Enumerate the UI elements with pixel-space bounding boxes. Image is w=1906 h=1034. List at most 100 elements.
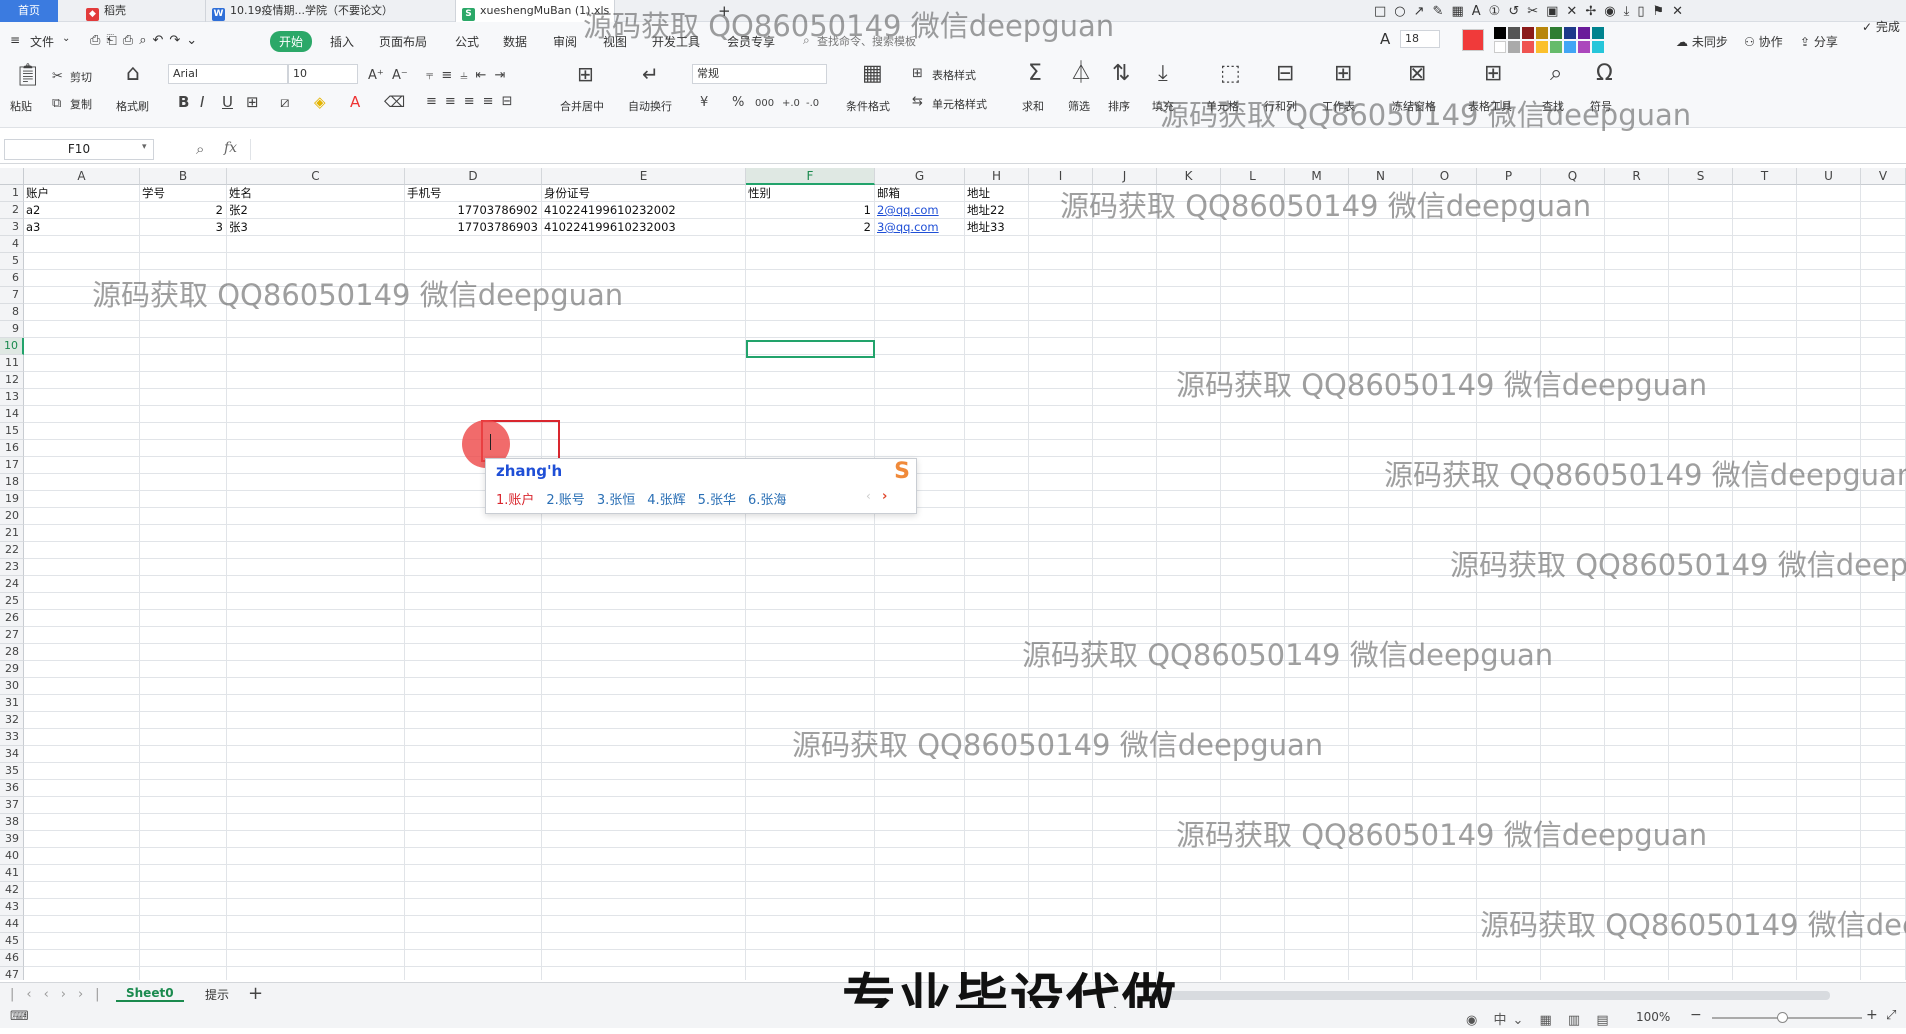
zoom-out-icon[interactable]: − bbox=[1690, 1007, 1702, 1023]
sheet-nav-icons[interactable]: |‹‹››| bbox=[10, 987, 112, 1002]
horizontal-scrollbar[interactable] bbox=[1150, 991, 1830, 1000]
ime-candidate-window[interactable]: zhang'h S 1.账户 2.账号 3.张恒 4.张辉 5.张华 6.张海 ‹ › bbox=[485, 458, 917, 514]
shrink-font-icon[interactable]: A⁻ bbox=[392, 68, 408, 84]
row-header-41[interactable]: 41 bbox=[0, 865, 24, 882]
macro-icon[interactable]: ⌨ bbox=[10, 1009, 29, 1024]
row-header-45[interactable]: 45 bbox=[0, 933, 24, 950]
table-cell[interactable]: a2 bbox=[26, 202, 139, 219]
ime-candidate[interactable]: 4.张辉 bbox=[647, 493, 685, 508]
column-header-A[interactable]: A bbox=[24, 168, 140, 185]
row-header-37[interactable]: 37 bbox=[0, 797, 24, 814]
vertical-align-icons[interactable]: ⫧≡⫨⇤⇥ bbox=[426, 68, 513, 84]
row-header-1[interactable]: 1 bbox=[0, 185, 24, 202]
add-sheet-button[interactable]: + bbox=[248, 983, 263, 1004]
table-cell[interactable]: 1 bbox=[748, 202, 874, 219]
filter-button[interactable]: 筛选 bbox=[1068, 98, 1090, 114]
menu-review[interactable]: 审阅 bbox=[553, 33, 577, 50]
paste-button[interactable]: 粘贴 bbox=[10, 98, 32, 114]
row-header-40[interactable]: 40 bbox=[0, 848, 24, 865]
row-header-19[interactable]: 19 bbox=[0, 491, 24, 508]
column-header-F[interactable]: F bbox=[746, 168, 875, 185]
row-header-36[interactable]: 36 bbox=[0, 780, 24, 797]
row-header-42[interactable]: 42 bbox=[0, 882, 24, 899]
chevron-down-icon[interactable]: ⌄ bbox=[62, 33, 70, 44]
row-header-25[interactable]: 25 bbox=[0, 593, 24, 610]
arrow-tool-icon[interactable]: ↗ bbox=[1414, 4, 1433, 19]
zoom-level[interactable]: 100% bbox=[1636, 1010, 1670, 1024]
table-cell[interactable]: 410224199610232003 bbox=[544, 219, 745, 236]
fill-color-icon[interactable]: ◈ bbox=[314, 94, 326, 110]
row-header-3[interactable]: 3 bbox=[0, 219, 24, 236]
row-header-28[interactable]: 28 bbox=[0, 644, 24, 661]
row-header-4[interactable]: 4 bbox=[0, 236, 24, 253]
percent-icon[interactable]: % bbox=[732, 95, 744, 111]
table-header-cell[interactable]: 身份证号 bbox=[544, 185, 745, 202]
freeze-icon[interactable]: ⊠ bbox=[1408, 63, 1426, 85]
sheet-tab-sheet0[interactable]: Sheet0 bbox=[116, 986, 184, 1002]
format-painter-icon[interactable]: ⌂ bbox=[126, 63, 140, 85]
ime-candidate[interactable]: 5.张华 bbox=[698, 493, 736, 508]
column-header-E[interactable]: E bbox=[542, 168, 746, 185]
merge-icon[interactable]: ⊞ bbox=[577, 64, 594, 84]
row-header-22[interactable]: 22 bbox=[0, 542, 24, 559]
table-header-cell[interactable]: 邮箱 bbox=[877, 185, 964, 202]
table-style-icon[interactable]: ⊞ bbox=[912, 66, 923, 82]
scissors-icon[interactable]: ✂ bbox=[52, 69, 63, 85]
column-header-T[interactable]: T bbox=[1733, 168, 1797, 185]
ime-candidate[interactable]: 2.账号 bbox=[546, 493, 584, 508]
row-header-17[interactable]: 17 bbox=[0, 457, 24, 474]
ime-candidate[interactable]: 1.账户 bbox=[496, 493, 534, 508]
quick-access-icons[interactable]: ⎙⎗⎙⌕↶↷⌄ bbox=[90, 33, 203, 48]
sort-button[interactable]: 排序 bbox=[1108, 98, 1130, 114]
row-header-15[interactable]: 15 bbox=[0, 423, 24, 440]
underline-icon[interactable]: U bbox=[222, 94, 233, 110]
symbol-icon[interactable]: Ω bbox=[1596, 63, 1613, 85]
row-header-11[interactable]: 11 bbox=[0, 355, 24, 372]
table-cell[interactable]: a3 bbox=[26, 219, 139, 236]
fullscreen-icon[interactable]: ⤢ bbox=[1886, 1008, 1896, 1023]
cut-button[interactable]: 剪切 bbox=[70, 69, 92, 85]
row-header-39[interactable]: 39 bbox=[0, 831, 24, 848]
row-header-9[interactable]: 9 bbox=[0, 321, 24, 338]
row-header-12[interactable]: 12 bbox=[0, 372, 24, 389]
row-header-20[interactable]: 20 bbox=[0, 508, 24, 525]
row-header-6[interactable]: 6 bbox=[0, 270, 24, 287]
phone-icon[interactable]: ▯ bbox=[1637, 4, 1652, 19]
rect-tool-icon[interactable]: □ bbox=[1374, 4, 1394, 19]
column-header-S[interactable]: S bbox=[1669, 168, 1733, 185]
row-header-38[interactable]: 38 bbox=[0, 814, 24, 831]
pin-icon[interactable]: ✢ bbox=[1585, 4, 1604, 19]
column-header-U[interactable]: U bbox=[1797, 168, 1861, 185]
table-cell[interactable]: 地址33 bbox=[967, 219, 1028, 236]
row-header-7[interactable]: 7 bbox=[0, 287, 24, 304]
cond-format-button[interactable]: 条件格式 bbox=[846, 98, 890, 114]
bookmark-icon[interactable]: ⚑ bbox=[1652, 4, 1672, 19]
column-header-D[interactable]: D bbox=[405, 168, 542, 185]
paste-icon[interactable]: 📋︎ bbox=[14, 65, 42, 87]
undo-tool-icon[interactable]: ↺ bbox=[1508, 4, 1527, 19]
table-tools-icon[interactable]: ⊞ bbox=[1484, 63, 1502, 85]
menu-file[interactable]: 文件 bbox=[30, 33, 54, 50]
row-header-46[interactable]: 46 bbox=[0, 950, 24, 967]
table-cell[interactable]: 3@qq.com bbox=[877, 219, 964, 236]
chevron-down-icon[interactable]: ▾ bbox=[142, 142, 147, 152]
table-style-button[interactable]: 表格样式 bbox=[932, 67, 976, 83]
cond-format-icon[interactable]: ▦ bbox=[862, 63, 883, 85]
number-format-select[interactable]: 常规 bbox=[692, 64, 827, 84]
border-icon[interactable]: ⊞ bbox=[246, 94, 259, 110]
row-header-30[interactable]: 30 bbox=[0, 678, 24, 695]
mosaic-tool-icon[interactable]: ▦ bbox=[1451, 4, 1471, 19]
horizontal-align-icons[interactable]: ≡≡≡≡⊟ bbox=[426, 94, 520, 110]
row-header-13[interactable]: 13 bbox=[0, 389, 24, 406]
fx-icon[interactable]: fx bbox=[224, 140, 237, 156]
row-header-47[interactable]: 47 bbox=[0, 967, 24, 980]
row-header-8[interactable]: 8 bbox=[0, 304, 24, 321]
table-cell[interactable]: 2 bbox=[142, 202, 226, 219]
font-color-icon[interactable]: A bbox=[350, 94, 360, 110]
zoom-slider-thumb[interactable] bbox=[1777, 1012, 1788, 1023]
row-header-5[interactable]: 5 bbox=[0, 253, 24, 270]
share-button[interactable]: ⇪ 分享 bbox=[1800, 33, 1838, 50]
font-family-select[interactable]: Arial bbox=[168, 64, 288, 84]
annot-size-select[interactable]: 18 bbox=[1400, 30, 1440, 48]
next-page-icon[interactable]: › bbox=[882, 489, 887, 504]
